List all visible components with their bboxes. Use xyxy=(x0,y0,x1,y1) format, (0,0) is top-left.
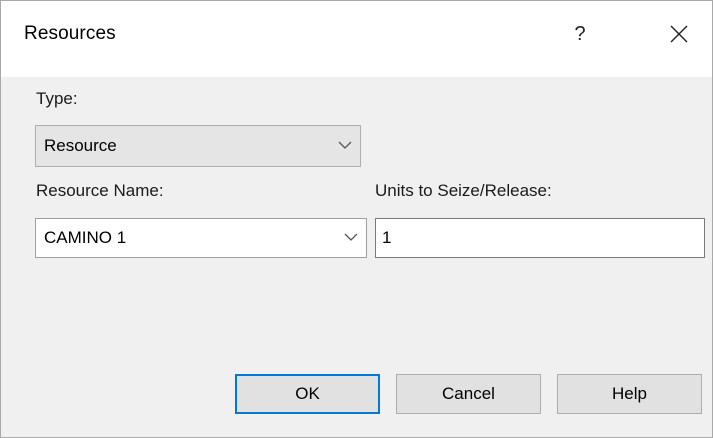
resource-name-value: CAMINO 1 xyxy=(44,228,127,247)
ok-button[interactable]: OK xyxy=(235,374,380,414)
help-question-button[interactable]: ? xyxy=(557,11,603,57)
type-dropdown-value: Resource xyxy=(44,136,117,155)
close-button[interactable] xyxy=(656,11,702,57)
cancel-button[interactable]: Cancel xyxy=(396,374,541,414)
chevron-down-icon xyxy=(344,233,358,241)
type-label: Type: xyxy=(36,89,78,108)
title-bar: Resources ? xyxy=(1,1,712,77)
units-input-value: 1 xyxy=(382,228,392,247)
ok-button-label: OK xyxy=(295,384,320,403)
close-icon xyxy=(670,25,688,43)
type-dropdown[interactable]: Resource xyxy=(35,125,361,167)
help-button[interactable]: Help xyxy=(557,374,702,414)
resource-name-combobox[interactable]: CAMINO 1 xyxy=(35,218,367,258)
units-input[interactable]: 1 xyxy=(375,218,705,258)
chevron-down-icon xyxy=(338,141,352,149)
question-icon: ? xyxy=(574,22,586,45)
resource-name-label: Resource Name: xyxy=(36,181,164,200)
help-button-label: Help xyxy=(612,384,647,403)
dialog-title: Resources xyxy=(24,23,116,44)
resources-dialog: Resources ? Type: Resource Resource Name… xyxy=(0,0,713,438)
units-label: Units to Seize/Release: xyxy=(375,181,552,200)
cancel-button-label: Cancel xyxy=(442,384,495,403)
